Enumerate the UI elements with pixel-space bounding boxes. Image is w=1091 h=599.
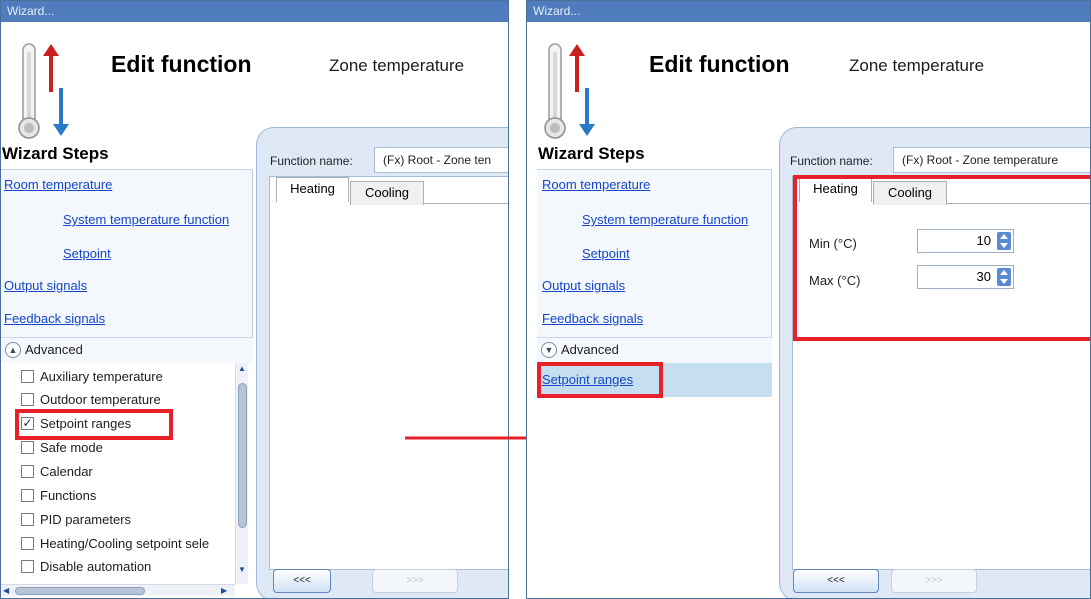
- highlight-box: [537, 362, 663, 398]
- tab-panel: Heating Cooling: [269, 176, 508, 570]
- chevron-down-icon[interactable]: ▼: [541, 342, 557, 358]
- header: Edit function Zone temperature: [1, 22, 508, 140]
- highlight-box: [15, 409, 173, 440]
- option-label: Functions: [40, 488, 97, 503]
- tab-divider: [424, 203, 508, 204]
- option-label: Auxiliary temperature: [40, 369, 163, 384]
- checkbox[interactable]: [21, 560, 34, 573]
- back-button[interactable]: <<<: [273, 569, 331, 593]
- scroll-up-icon[interactable]: ▲: [238, 365, 246, 373]
- tab-cooling[interactable]: Cooling: [350, 181, 424, 205]
- advanced-options-list: Auxiliary temperature Outdoor temperatur…: [1, 363, 253, 598]
- option-label: Outdoor temperature: [40, 392, 161, 407]
- wizard-steps-title: Wizard Steps: [538, 144, 645, 163]
- scroll-left-icon[interactable]: ◀: [3, 587, 9, 595]
- option-label: Heating/Cooling setpoint sele: [40, 536, 210, 551]
- checkbox[interactable]: [21, 537, 34, 550]
- function-name-label: Function name:: [790, 154, 873, 168]
- window-title: Wizard...: [527, 1, 1090, 22]
- checkbox[interactable]: [21, 370, 34, 383]
- scroll-right-icon[interactable]: ▶: [221, 587, 227, 595]
- chevron-up-icon[interactable]: ▲: [5, 342, 21, 358]
- scrollbar-thumb[interactable]: [15, 587, 145, 595]
- checkbox[interactable]: [21, 441, 34, 454]
- function-name-input[interactable]: (Fx) Root - Zone temperature: [893, 147, 1090, 173]
- advanced-toggle[interactable]: ▼ Advanced: [537, 337, 772, 363]
- next-button[interactable]: >>>: [891, 569, 977, 593]
- advanced-label: Advanced: [561, 342, 619, 357]
- wizard-window-right: Wizard... Edit function Zone temperature…: [526, 0, 1091, 599]
- option-label: Disable automation: [40, 559, 152, 574]
- edit-function-title: Edit function: [649, 51, 790, 77]
- option-label: Calendar: [40, 464, 93, 479]
- next-button[interactable]: >>>: [372, 569, 458, 593]
- step-system-temperature-function[interactable]: System temperature function: [582, 212, 748, 227]
- step-room-temperature[interactable]: Room temperature: [542, 177, 650, 192]
- step-output-signals[interactable]: Output signals: [4, 278, 87, 293]
- advanced-toggle[interactable]: ▲ Advanced: [1, 337, 253, 363]
- checkbox[interactable]: [21, 393, 34, 406]
- scrollbar-thumb[interactable]: [238, 383, 247, 528]
- vertical-scrollbar[interactable]: ▲ ▼: [235, 363, 248, 584]
- step-setpoint[interactable]: Setpoint: [582, 246, 630, 261]
- step-feedback-signals[interactable]: Feedback signals: [4, 311, 105, 326]
- window-title: Wizard...: [1, 1, 508, 22]
- wizard-steps-list: Room temperature System temperature func…: [537, 169, 772, 339]
- horizontal-scrollbar[interactable]: ◀ ▶: [1, 584, 235, 596]
- wizard-window-left: Wizard... Edit function Zone temperature…: [0, 0, 509, 599]
- step-output-signals[interactable]: Output signals: [542, 278, 625, 293]
- function-name-label: Function name:: [270, 154, 353, 168]
- thermometer-icon: [544, 43, 595, 139]
- highlight-box: [793, 175, 1090, 341]
- option-label: Safe mode: [40, 440, 103, 455]
- checkbox[interactable]: [21, 489, 34, 502]
- tab-heating[interactable]: Heating: [276, 177, 349, 202]
- wizard-steps-title: Wizard Steps: [2, 144, 109, 163]
- wizard-steps-list: Room temperature System temperature func…: [1, 169, 253, 339]
- function-name-input[interactable]: (Fx) Root - Zone ten: [374, 147, 508, 173]
- back-button[interactable]: <<<: [793, 569, 879, 593]
- thermometer-icon: [18, 43, 69, 139]
- function-type-label: Zone temperature: [329, 56, 465, 75]
- checkbox[interactable]: [21, 513, 34, 526]
- header: Edit function Zone temperature: [527, 22, 1090, 140]
- step-system-temperature-function[interactable]: System temperature function: [63, 212, 229, 227]
- checkbox[interactable]: [21, 465, 34, 478]
- step-content-area: Function name: (Fx) Root - Zone ten Heat…: [256, 127, 508, 598]
- step-setpoint[interactable]: Setpoint: [63, 246, 111, 261]
- scroll-down-icon[interactable]: ▼: [238, 566, 246, 574]
- advanced-label: Advanced: [25, 342, 83, 357]
- option-label: PID parameters: [40, 512, 132, 527]
- step-feedback-signals[interactable]: Feedback signals: [542, 311, 643, 326]
- step-room-temperature[interactable]: Room temperature: [4, 177, 112, 192]
- function-type-label: Zone temperature: [849, 56, 985, 75]
- edit-function-title: Edit function: [111, 51, 252, 77]
